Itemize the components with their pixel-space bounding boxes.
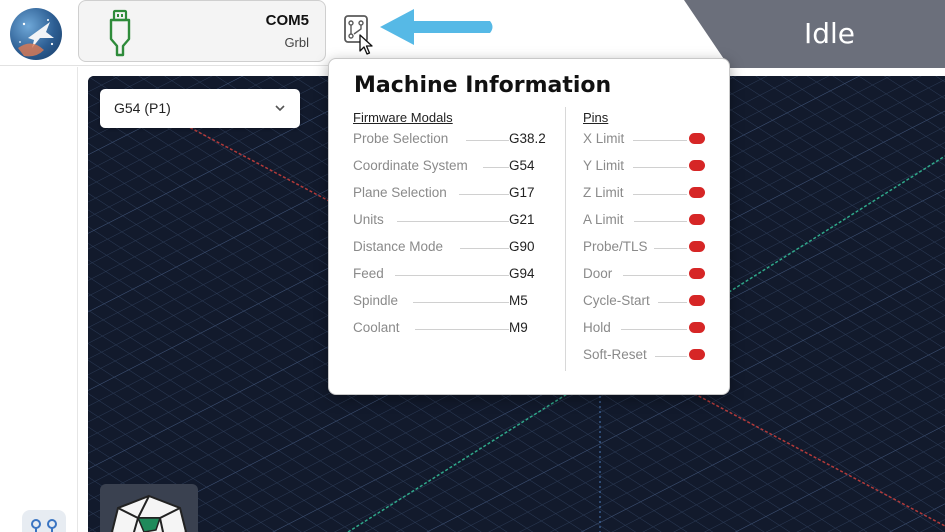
leader-line — [459, 194, 509, 195]
port-name: COM5 — [265, 12, 309, 29]
modal-row: Spindle M5 — [353, 291, 553, 311]
leader-line — [397, 221, 509, 222]
modal-value: G94 — [509, 266, 535, 281]
modal-label: Coordinate System — [353, 158, 468, 173]
pin-status-led — [689, 187, 705, 198]
pin-label: Door — [583, 266, 613, 281]
app-logo[interactable] — [10, 8, 62, 60]
pin-status-led — [689, 214, 705, 225]
pin-row: Door — [583, 264, 713, 284]
modal-value: G21 — [509, 212, 535, 227]
leader-line — [658, 302, 687, 303]
modal-row: Feed G94 — [353, 264, 553, 284]
pin-status-led — [689, 160, 705, 171]
machine-info-popover: Machine Information Firmware Modals Pins… — [328, 58, 730, 395]
pins-heading: Pins — [583, 110, 609, 125]
leader-line — [634, 221, 687, 222]
pin-label: Soft-Reset — [583, 347, 647, 362]
leader-line — [460, 248, 509, 249]
pin-label: A Limit — [583, 212, 624, 227]
modal-value: G17 — [509, 185, 535, 200]
pin-label: Cycle-Start — [583, 293, 650, 308]
modal-value: G54 — [509, 158, 535, 173]
leader-line — [415, 329, 509, 330]
cube-icon — [110, 494, 188, 532]
leader-line — [466, 140, 509, 141]
pin-label: Hold — [583, 320, 611, 335]
modal-value: M5 — [509, 293, 528, 308]
popover-title: Machine Information — [354, 73, 612, 98]
circuit-board-icon — [344, 15, 373, 55]
pin-status-led — [689, 268, 705, 279]
wcs-select[interactable]: G54 (P1) — [100, 89, 300, 128]
pin-label: Y Limit — [583, 158, 625, 173]
modal-label: Units — [353, 212, 384, 227]
pin-status-led — [689, 349, 705, 360]
pin-row: X Limit — [583, 129, 713, 149]
firmware-name: Grbl — [284, 35, 309, 50]
pin-label: X Limit — [583, 131, 625, 146]
usb-icon — [109, 9, 131, 57]
pin-row: Probe/TLS — [583, 237, 713, 257]
leader-line — [395, 275, 509, 276]
pin-row: Soft-Reset — [583, 345, 713, 365]
pin-status-led — [689, 133, 705, 144]
pin-status-led — [689, 241, 705, 252]
view-cube[interactable] — [100, 484, 198, 532]
workflow-icon — [31, 519, 57, 532]
pin-row: Y Limit — [583, 156, 713, 176]
leader-line — [633, 194, 687, 195]
modal-value: G90 — [509, 239, 535, 254]
pointer-arrow-icon — [380, 9, 493, 45]
status-text: Idle — [804, 17, 856, 50]
leader-line — [621, 329, 687, 330]
leader-line — [633, 167, 687, 168]
pin-status-led — [689, 322, 705, 333]
pin-row: Z Limit — [583, 183, 713, 203]
modal-value: M9 — [509, 320, 528, 335]
modal-label: Probe Selection — [353, 131, 449, 146]
connection-button[interactable]: COM5 Grbl — [78, 0, 326, 62]
column-divider — [565, 107, 566, 371]
pin-status-led — [689, 295, 705, 306]
leader-line — [633, 140, 687, 141]
modal-row: Units G21 — [353, 210, 553, 230]
modal-row: Distance Mode G90 — [353, 237, 553, 257]
modal-row: Plane Selection G17 — [353, 183, 553, 203]
leader-line — [413, 302, 509, 303]
modal-label: Coolant — [353, 320, 400, 335]
top-bar: COM5 Grbl Idle — [0, 0, 945, 68]
left-sidebar — [0, 67, 78, 532]
leader-line — [654, 248, 687, 249]
pin-label: Z Limit — [583, 185, 624, 200]
pin-row: A Limit — [583, 210, 713, 230]
sidebar-tool-button[interactable] — [22, 510, 66, 532]
leader-line — [483, 167, 509, 168]
machine-info-button[interactable] — [343, 14, 375, 55]
leader-line — [623, 275, 687, 276]
pin-row: Cycle-Start — [583, 291, 713, 311]
modal-label: Distance Mode — [353, 239, 444, 254]
modal-label: Spindle — [353, 293, 399, 308]
modal-label: Plane Selection — [353, 185, 447, 200]
modal-row: Probe Selection G38.2 — [353, 129, 553, 149]
pin-row: Hold — [583, 318, 713, 338]
wcs-select-value: G54 (P1) — [114, 100, 171, 116]
modal-label: Feed — [353, 266, 384, 281]
modal-row: Coolant M9 — [353, 318, 553, 338]
leader-line — [655, 356, 687, 357]
pin-label: Probe/TLS — [583, 239, 648, 254]
chevron-down-icon — [275, 105, 285, 112]
modal-row: Coordinate System G54 — [353, 156, 553, 176]
firmware-modals-heading: Firmware Modals — [353, 110, 453, 125]
modal-value: G38.2 — [509, 131, 546, 146]
